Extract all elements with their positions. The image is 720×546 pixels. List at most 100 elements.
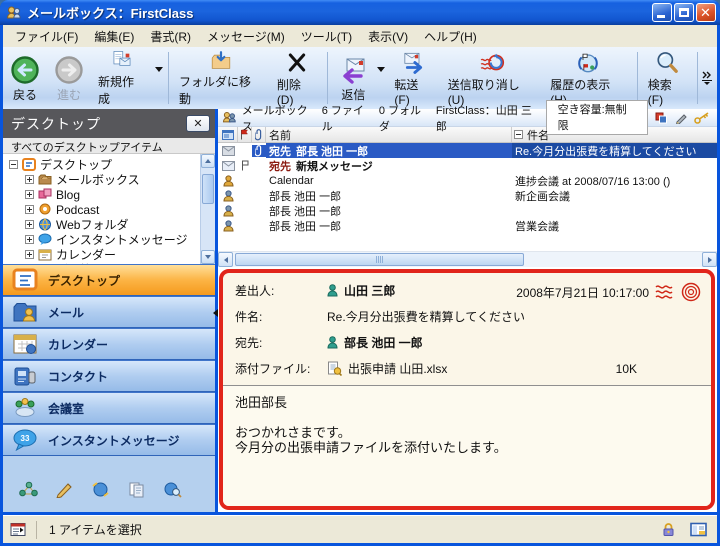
menu-message[interactable]: メッセージ(M)	[199, 26, 293, 47]
column-flag-header[interactable]	[238, 127, 252, 142]
forward-button[interactable]: 進む	[47, 47, 91, 109]
message-row[interactable]: 部長 池田 一郎 新企画会議	[218, 188, 717, 203]
new-message-button[interactable]: 新規作成	[91, 47, 153, 109]
column-subject-header[interactable]: 件名	[512, 127, 717, 142]
nav-mail[interactable]: メール	[3, 296, 215, 328]
minimize-button[interactable]	[652, 3, 672, 22]
flag-icon	[240, 129, 249, 140]
collapse-box-icon[interactable]	[514, 130, 523, 139]
reply-label: 返信	[341, 86, 365, 103]
pencil-icon[interactable]	[675, 112, 687, 124]
expand-box-icon[interactable]	[25, 173, 34, 187]
attachment-name[interactable]: 出張申請 山田.xlsx	[348, 360, 447, 377]
people-network-icon[interactable]	[19, 481, 38, 498]
menu-format[interactable]: 書式(R)	[142, 26, 199, 47]
mailbox-people-icon	[222, 111, 237, 124]
message-row[interactable]: 宛先新規メッセージ	[218, 158, 717, 173]
expand-box-icon[interactable]	[25, 218, 34, 232]
forward-message-button[interactable]: 転送(F)	[387, 47, 440, 109]
nav-label: デスクトップ	[48, 272, 120, 289]
sender-name: 部長 池田 一郎	[269, 203, 341, 219]
column-name-header[interactable]: 名前	[266, 127, 512, 142]
column-attachment-header[interactable]	[252, 127, 266, 142]
tree-item-calendar[interactable]: カレンダー	[3, 247, 215, 262]
window-status-icon[interactable]	[10, 522, 26, 537]
expand-box-icon[interactable]	[25, 203, 34, 217]
preview-header: 2008年7月21日 10:17:00 差出人: 山田 三郎	[223, 273, 711, 385]
menu-tools[interactable]: ツール(T)	[293, 26, 360, 47]
tree-item-instant-message[interactable]: インスタントメッセージ	[3, 232, 215, 247]
paperclip-icon	[255, 129, 263, 141]
globe-sync-icon[interactable]	[91, 481, 110, 498]
maximize-button[interactable]	[674, 3, 694, 22]
svg-text:33: 33	[21, 434, 30, 443]
menu-edit[interactable]: 編集(E)	[86, 26, 142, 47]
key-pencil-icon[interactable]	[694, 112, 710, 124]
to-value: 部長 池田 一郎	[344, 334, 423, 351]
move-to-folder-button[interactable]: フォルダに移動	[172, 47, 270, 109]
nav-contacts[interactable]: コンタクト	[3, 360, 215, 392]
tree-item-mailbox[interactable]: メールボックス	[3, 172, 215, 187]
pane-collapse-icon[interactable]	[213, 309, 218, 317]
desktop-tree: デスクトップ メールボックス Blog	[3, 154, 215, 264]
toolbar-overflow-button[interactable]	[701, 71, 713, 85]
tree-item-label: Podcast	[56, 203, 99, 217]
list-horizontal-scrollbar[interactable]	[218, 251, 717, 267]
unsend-button[interactable]: 送信取り消し(U)	[441, 47, 544, 109]
scroll-up-button[interactable]	[201, 154, 215, 168]
nav-calendar[interactable]: カレンダー	[3, 328, 215, 360]
body-line: 今月分の出張申請ファイルを添付いたします。	[235, 440, 699, 455]
message-row[interactable]: 部長 池田 一郎	[218, 203, 717, 218]
close-button[interactable]: ✕	[696, 3, 716, 22]
panel-close-button[interactable]: ✕	[186, 115, 210, 132]
scroll-thumb[interactable]	[235, 253, 524, 266]
expand-box-icon[interactable]	[25, 248, 34, 262]
tree-item-blog[interactable]: Blog	[3, 187, 215, 202]
scroll-right-button[interactable]	[702, 252, 717, 267]
subject-cell	[512, 158, 717, 173]
documents-icon[interactable]	[127, 481, 146, 498]
message-row[interactable]: 宛先部長 池田 一郎 Re.今月分出張費を精算してください	[218, 143, 717, 158]
layout-icon[interactable]	[690, 522, 707, 537]
reply-dropdown[interactable]	[377, 66, 385, 90]
pen-signature-icon[interactable]	[55, 481, 74, 498]
toolbar-separator	[637, 52, 638, 104]
sender-name: 部長 池田 一郎	[296, 143, 368, 159]
to-label: 宛先:	[235, 334, 327, 351]
im-icon	[38, 233, 52, 246]
scroll-thumb[interactable]	[202, 174, 214, 204]
search-button[interactable]: 検索(F)	[641, 47, 694, 109]
collapse-box-icon[interactable]	[9, 158, 18, 172]
message-row[interactable]: 部長 池田 一郎 営業会議	[218, 218, 717, 233]
layers-icon[interactable]	[655, 112, 668, 124]
message-row[interactable]: Calendar 進捗会議 at 2008/07/16 13:00 ()	[218, 173, 717, 188]
new-message-dropdown[interactable]	[155, 66, 163, 90]
person-icon	[327, 336, 338, 349]
window-title: メールボックス：FirstClass	[27, 3, 650, 22]
reply-button[interactable]: 返信	[331, 47, 375, 109]
tree-item-desktop[interactable]: デスクトップ	[3, 157, 215, 172]
back-button[interactable]: 戻る	[3, 47, 47, 109]
tree-item-webfolder[interactable]: Webフォルダ	[3, 217, 215, 232]
toolbar-separator	[697, 52, 698, 104]
tree-scrollbar[interactable]	[200, 154, 215, 264]
view-window-icon	[222, 130, 234, 140]
nav-instant-message[interactable]: 33 インスタントメッセージ	[3, 424, 215, 456]
nav-conference[interactable]: 会議室	[3, 392, 215, 424]
menu-help[interactable]: ヘルプ(H)	[416, 26, 485, 47]
globe-search-icon[interactable]	[163, 481, 182, 498]
column-view-header[interactable]	[218, 127, 238, 142]
scroll-left-button[interactable]	[218, 252, 233, 267]
expand-box-icon[interactable]	[25, 233, 34, 247]
to-label: 宛先	[269, 158, 291, 174]
tree-item-podcast[interactable]: Podcast	[3, 202, 215, 217]
expand-box-icon[interactable]	[25, 188, 34, 202]
delete-button[interactable]: 削除(D)	[270, 47, 325, 109]
scroll-down-button[interactable]	[201, 250, 215, 264]
from-value: 山田 三郎	[344, 282, 395, 299]
menu-view[interactable]: 表示(V)	[360, 26, 416, 47]
menu-file[interactable]: ファイル(F)	[7, 26, 86, 47]
expand-box-icon[interactable]	[25, 263, 34, 265]
back-icon	[10, 55, 40, 85]
nav-desktop[interactable]: デスクトップ	[3, 264, 215, 296]
